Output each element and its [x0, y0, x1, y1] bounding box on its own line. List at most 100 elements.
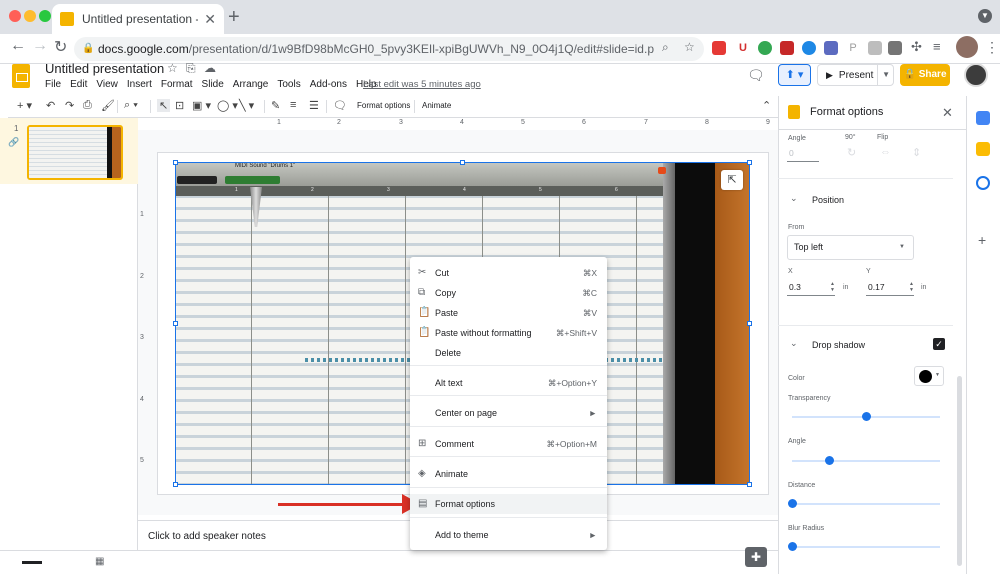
shape-icon[interactable]: ◯ ▾	[217, 99, 238, 112]
drop-shadow-section-header[interactable]: Drop shadow	[812, 340, 865, 350]
shadow-color-picker[interactable]: ▼	[914, 366, 944, 386]
url-input[interactable]: 🔒 docs.google.com/presentation/d/1w9BfD9…	[74, 37, 704, 61]
context-menu-item-paste[interactable]: 📋 Paste ⌘V	[410, 303, 607, 323]
paint-format-icon[interactable]: 🖌	[101, 99, 115, 112]
distance-slider-track[interactable]	[792, 503, 940, 505]
bookmark-star-icon[interactable]: ☆	[684, 40, 695, 54]
extensions-puzzle-icon[interactable]: ✣	[911, 39, 922, 55]
distance-slider-knob[interactable]	[788, 499, 797, 508]
extension-icon[interactable]	[712, 41, 726, 55]
resize-handle[interactable]	[747, 160, 752, 165]
select-icon[interactable]: ↖	[157, 99, 171, 112]
blur-radius-slider-track[interactable]	[792, 546, 940, 548]
menu-edit[interactable]: Edit	[70, 79, 87, 90]
resize-handle[interactable]	[173, 482, 178, 487]
format-options-toolbar-button[interactable]: Format options	[357, 101, 410, 110]
share-button[interactable]: 🔒 Share	[900, 64, 950, 86]
open-link-icon[interactable]: ⇱	[721, 170, 743, 190]
chevron-down-icon[interactable]: ⌄	[790, 338, 798, 349]
close-tab-icon[interactable]: ✕	[204, 11, 216, 28]
image-icon[interactable]: ▣ ▾	[192, 99, 211, 112]
border-color-icon[interactable]: ✎	[271, 99, 280, 112]
zoom-icon[interactable]: ⌕ ▾	[124, 99, 138, 112]
context-menu-item-comment[interactable]: ⊞ Comment ⌘+Option+M	[410, 434, 607, 454]
minimize-window-button[interactable]	[24, 10, 36, 22]
keep-icon[interactable]	[976, 142, 990, 156]
browser-tab[interactable]: Untitled presentation - Google Slides ✕	[52, 4, 224, 34]
new-slide-icon[interactable]: + ▾	[17, 99, 32, 112]
browser-menu-icon[interactable]: ⋮	[985, 39, 999, 56]
reading-list-icon[interactable]: ≡	[933, 39, 941, 54]
shadow-angle-slider-knob[interactable]	[825, 456, 834, 465]
maximize-window-button[interactable]	[39, 10, 51, 22]
get-addons-icon[interactable]: +	[978, 232, 986, 248]
text-box-icon[interactable]: ⊡	[175, 99, 184, 112]
present-button[interactable]: ▶ Present ▼	[817, 64, 894, 86]
extension-icon[interactable]: P	[846, 41, 860, 55]
tasks-icon[interactable]	[976, 176, 990, 190]
move-folder-icon[interactable]: ⎘	[186, 61, 196, 76]
border-weight-icon[interactable]: ≡	[290, 99, 296, 111]
extension-icon[interactable]	[868, 41, 882, 55]
menu-view[interactable]: View	[96, 79, 118, 90]
x-position-input[interactable]: 0.3 ▲ ▼	[787, 280, 835, 296]
menu-tools[interactable]: Tools	[277, 79, 300, 90]
position-from-select[interactable]: Top left ▼	[787, 235, 914, 260]
border-dash-icon[interactable]: ☰	[309, 99, 319, 112]
shadow-angle-slider-track[interactable]	[792, 460, 940, 462]
blur-radius-slider-knob[interactable]	[788, 542, 797, 551]
slides-logo-icon[interactable]	[12, 64, 30, 88]
last-edit-link[interactable]: Last edit was 5 minutes ago	[363, 79, 481, 90]
explore-icon[interactable]: ✚	[745, 547, 767, 567]
document-title[interactable]: Untitled presentation	[45, 61, 164, 76]
collapse-toolbar-icon[interactable]: ⌃	[762, 99, 771, 112]
menu-insert[interactable]: Insert	[127, 79, 152, 90]
menu-addons[interactable]: Add-ons	[310, 79, 347, 90]
context-menu-item-add-to-theme[interactable]: Add to theme ►	[410, 525, 607, 545]
menu-slide[interactable]: Slide	[202, 79, 224, 90]
reload-icon[interactable]: ↻	[54, 37, 67, 57]
resize-handle[interactable]	[747, 482, 752, 487]
panel-scrollbar[interactable]	[957, 376, 962, 566]
star-icon[interactable]: ☆	[167, 61, 178, 75]
line-icon[interactable]: ╲ ▾	[239, 99, 254, 112]
zoom-icon[interactable]: ⌕	[662, 40, 669, 55]
extension-icon[interactable]	[888, 41, 902, 55]
filmstrip-view-icon[interactable]: ▬▬	[22, 556, 42, 567]
close-panel-icon[interactable]: ✕	[942, 105, 953, 121]
flip-vertical-icon[interactable]: ⇕	[912, 146, 921, 159]
resize-handle[interactable]	[460, 160, 465, 165]
resize-handle[interactable]	[173, 321, 178, 326]
flip-horizontal-icon[interactable]: ⇔	[880, 146, 891, 158]
y-position-input[interactable]: 0.17 ▲ ▼	[866, 280, 914, 296]
comments-icon[interactable]: 🗨	[747, 67, 765, 84]
forward-icon[interactable]: →	[32, 37, 48, 55]
context-menu-item-delete[interactable]: Delete	[410, 343, 607, 363]
drop-shadow-checkbox[interactable]: ✓	[933, 338, 945, 350]
present-dropdown-icon[interactable]: ▼	[877, 65, 890, 85]
resize-handle[interactable]	[173, 160, 178, 165]
speaker-notes-placeholder[interactable]: Click to add speaker notes	[148, 531, 266, 542]
undo-icon[interactable]: ↶	[46, 99, 55, 112]
resize-handle[interactable]	[747, 321, 752, 326]
add-comment-icon[interactable]: 🗨	[333, 99, 347, 112]
transparency-slider-knob[interactable]	[862, 412, 871, 421]
menu-file[interactable]: File	[45, 79, 61, 90]
rotate-90-icon[interactable]: ↻	[847, 146, 856, 159]
extension-icon[interactable]: U	[736, 41, 750, 55]
calendar-icon[interactable]	[976, 111, 990, 125]
rotate-angle-input[interactable]: 0	[787, 146, 819, 162]
chevron-down-icon[interactable]: ⌄	[790, 193, 798, 204]
print-icon[interactable]: ⎙	[83, 99, 92, 112]
context-menu-item-format-options[interactable]: ▤ Format options	[410, 494, 607, 514]
extension-icon[interactable]	[758, 41, 772, 55]
stepper-icon[interactable]: ▲ ▼	[830, 281, 835, 293]
redo-icon[interactable]: ↷	[65, 99, 74, 112]
extension-icon[interactable]	[802, 41, 816, 55]
menu-format[interactable]: Format	[161, 79, 193, 90]
slide-thumbnail[interactable]	[27, 125, 123, 180]
extension-icon[interactable]	[780, 41, 794, 55]
position-section-header[interactable]: Position	[812, 195, 844, 205]
account-avatar[interactable]	[964, 63, 988, 87]
browser-profile-avatar[interactable]	[956, 36, 978, 58]
